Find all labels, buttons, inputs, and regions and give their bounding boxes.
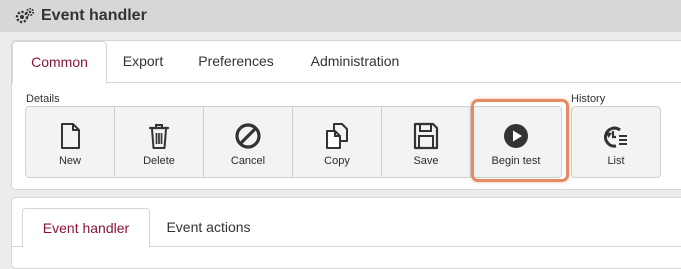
new-label: New (58, 155, 81, 167)
history-group-label: History (571, 93, 606, 105)
gears-icon (15, 7, 35, 24)
history-toolbar: List (571, 106, 661, 178)
cancel-icon (235, 123, 261, 149)
delete-label: Delete (143, 155, 175, 167)
trash-icon (148, 124, 170, 149)
begin-test-label: Begin test (491, 155, 541, 167)
copy-label: Copy (324, 155, 350, 167)
tab-event-actions[interactable]: Event actions (156, 208, 261, 246)
play-circle-icon (504, 124, 528, 148)
details-toolbar: New Delete Cancel Copy Save Begin test (25, 106, 562, 178)
begin-test-button[interactable]: Begin test (471, 107, 561, 177)
list-button[interactable]: List (572, 107, 660, 177)
details-panel: Event handler Event actions (11, 197, 681, 269)
new-document-icon (61, 123, 80, 149)
main-tabs: Common Export Preferences Administration (12, 41, 681, 84)
tab-preferences[interactable]: Preferences (188, 41, 284, 82)
title-bar: Event handler (0, 0, 681, 32)
new-button[interactable]: New (26, 107, 115, 177)
details-group-label: Details (26, 93, 60, 105)
cancel-button[interactable]: Cancel (204, 107, 293, 177)
tab-administration[interactable]: Administration (300, 41, 410, 82)
save-icon (413, 122, 439, 150)
cancel-label: Cancel (230, 155, 266, 167)
tab-export[interactable]: Export (112, 41, 174, 82)
delete-button[interactable]: Delete (115, 107, 204, 177)
copy-icon (326, 123, 348, 149)
common-panel: Common Export Preferences Administration… (11, 40, 681, 190)
save-button[interactable]: Save (382, 107, 471, 177)
tab-event-handler[interactable]: Event handler (22, 208, 150, 248)
save-label: Save (413, 155, 439, 167)
detail-tabs: Event handler Event actions (12, 198, 681, 248)
history-list-icon (604, 126, 627, 148)
tab-common[interactable]: Common (12, 41, 107, 84)
copy-button[interactable]: Copy (293, 107, 382, 177)
window-title: Event handler (41, 7, 147, 24)
list-label: List (607, 155, 625, 167)
